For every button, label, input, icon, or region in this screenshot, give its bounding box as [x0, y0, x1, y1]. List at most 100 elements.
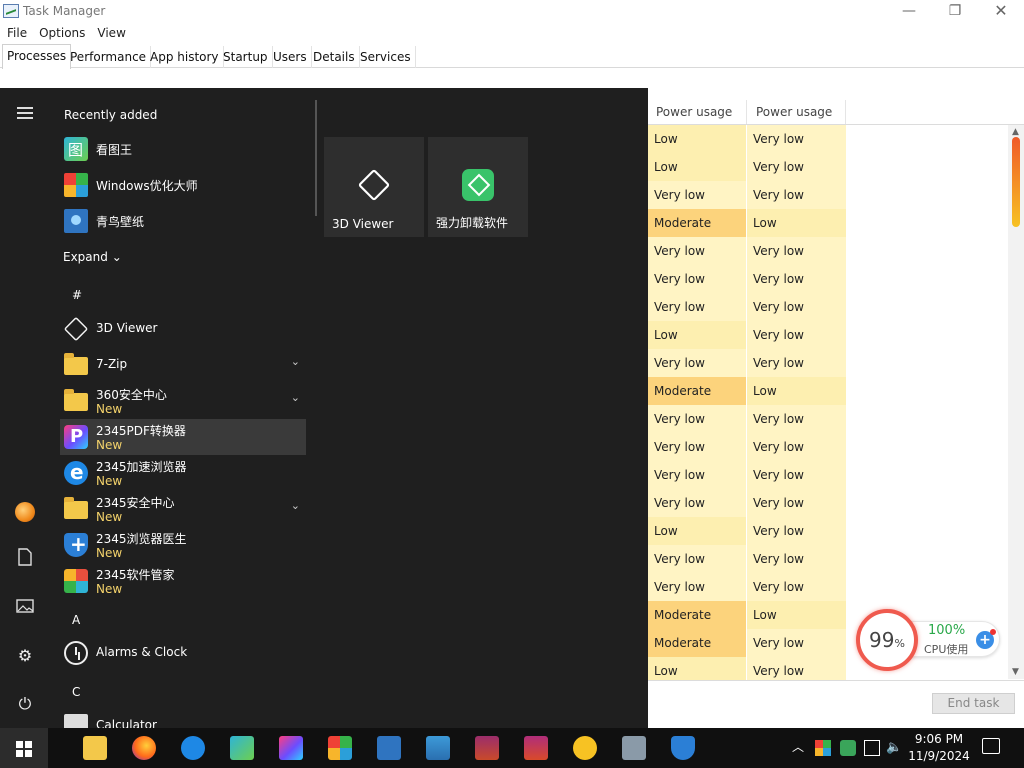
app-name: 7-Zip — [96, 357, 128, 371]
table-row[interactable]: Low Very low — [648, 517, 846, 545]
user-avatar-icon[interactable] — [12, 499, 38, 525]
scroll-down-icon[interactable]: ▼ — [1012, 667, 1019, 677]
letter-header-hash[interactable]: # — [72, 288, 82, 302]
maximize-button[interactable]: ❐ — [932, 0, 978, 24]
windows-optimizer-icon[interactable] — [328, 736, 352, 760]
table-row[interactable]: Very low Very low — [648, 573, 846, 601]
table-row[interactable]: Very low Very low — [648, 181, 846, 209]
folder-icon — [64, 353, 88, 375]
settings-gear-icon[interactable]: ⚙ — [12, 643, 38, 669]
app-item[interactable]: 7-Zip ⌄ — [60, 347, 306, 383]
power-usage-trend-cell: Very low — [747, 321, 846, 349]
table-row[interactable]: Moderate Low — [648, 601, 846, 629]
winrar-icon[interactable] — [475, 736, 499, 760]
app-item-wallpaper[interactable]: 青鸟壁纸 — [60, 203, 306, 239]
pictures-icon[interactable] — [12, 595, 38, 621]
tile-3d-viewer[interactable]: 3D Viewer — [324, 137, 424, 237]
pdf-converter-icon[interactable] — [279, 736, 303, 760]
column-power-usage-trend[interactable]: Power usage t... — [748, 100, 846, 143]
power-icon[interactable]: ⏻ — [12, 691, 38, 717]
power-usage-trend-cell: Very low — [747, 545, 846, 573]
table-row[interactable]: Very low Very low — [648, 293, 846, 321]
winrar-icon[interactable] — [524, 736, 548, 760]
table-row[interactable]: Low Very low — [648, 321, 846, 349]
image-viewer-icon[interactable] — [622, 736, 646, 760]
tab-processes[interactable]: Processes — [2, 44, 72, 69]
table-row[interactable]: Very low Very low — [648, 349, 846, 377]
file-explorer-icon[interactable] — [83, 736, 107, 760]
tab-app-history[interactable]: App history — [146, 46, 224, 68]
tab-details[interactable]: Details — [309, 46, 360, 68]
app-item[interactable]: 2345软件管家 New — [60, 563, 306, 599]
power-usage-cell: Moderate — [648, 377, 746, 405]
firefox-icon[interactable] — [132, 736, 156, 760]
tray-overflow-chevron-icon[interactable]: ︿ — [792, 738, 804, 755]
table-row[interactable]: Very low Very low — [648, 405, 846, 433]
action-center-icon[interactable] — [982, 738, 1000, 754]
app-item-alarms-clock[interactable]: Alarms & Clock — [60, 635, 306, 671]
tab-users[interactable]: Users — [269, 46, 312, 68]
scroll-up-icon[interactable]: ▲ — [1012, 127, 1019, 137]
minimize-button[interactable]: — — [886, 0, 932, 24]
app-item[interactable]: 2345PDF转换器New — [60, 419, 306, 455]
table-row[interactable]: Low Very low — [648, 153, 846, 181]
folder-icon — [64, 389, 88, 411]
tray-recycle-icon[interactable] — [840, 740, 856, 756]
chevron-down-icon[interactable]: ⌄ — [291, 355, 300, 368]
wallpaper-icon[interactable] — [377, 736, 401, 760]
letter-header-a[interactable]: A — [72, 613, 80, 627]
shield-icon[interactable] — [671, 736, 695, 760]
add-icon[interactable]: + — [976, 629, 996, 649]
app-item[interactable]: 360安全中心 New ⌄ — [60, 383, 306, 419]
menu-view[interactable]: View — [91, 24, 131, 42]
letter-header-c[interactable]: C — [72, 685, 80, 699]
table-row[interactable]: Very low Very low — [648, 545, 846, 573]
app-name: 青鸟壁纸 — [96, 215, 145, 229]
app-item-windows-optimizer[interactable]: Windows优化大师 — [60, 167, 306, 203]
cube-icon — [63, 316, 89, 342]
app-item-calculator[interactable]: Calculator — [60, 708, 306, 728]
shield-icon — [64, 532, 88, 557]
menu-options[interactable]: Options — [33, 24, 91, 42]
process-scrollbar[interactable]: ▲ ▼ — [1008, 125, 1024, 679]
table-row[interactable]: Moderate Low — [648, 209, 846, 237]
app-name: Calculator — [96, 718, 157, 728]
app-item-picture-viewer[interactable]: 看图王 — [60, 131, 306, 167]
cpu-monitor-widget[interactable]: 99% 100% CPU使用 + — [856, 609, 1004, 671]
table-row[interactable]: Moderate Low — [648, 377, 846, 405]
scrollbar-thumb[interactable] — [1012, 137, 1020, 227]
table-row[interactable]: Very low Very low — [648, 489, 846, 517]
end-task-button[interactable]: End task — [932, 693, 1015, 714]
hamburger-menu-icon[interactable] — [12, 104, 38, 130]
table-row[interactable]: Very low Very low — [648, 265, 846, 293]
documents-icon[interactable] — [12, 548, 38, 574]
table-row[interactable]: Low Very low — [648, 125, 846, 153]
app-item[interactable]: 2345加速浏览器New — [60, 455, 306, 491]
ie-browser-icon[interactable] — [181, 736, 205, 760]
table-row[interactable]: Moderate Very low — [648, 629, 846, 657]
network-icon[interactable] — [864, 740, 880, 756]
close-button[interactable]: ✕ — [978, 0, 1024, 24]
tile-uninstaller[interactable]: 强力卸载软件 — [428, 137, 528, 237]
tab-startup[interactable]: Startup — [219, 46, 273, 68]
start-button[interactable] — [0, 728, 48, 768]
tab-performance[interactable]: Performance — [66, 46, 152, 68]
tab-services[interactable]: Services — [356, 46, 416, 68]
chevron-down-icon[interactable]: ⌄ — [291, 499, 300, 512]
table-row[interactable]: Very low Very low — [648, 461, 846, 489]
table-row[interactable]: Very low Very low — [648, 433, 846, 461]
system-clock[interactable]: 9:06 PM 11/9/2024 — [906, 731, 972, 765]
360-guard-icon[interactable] — [573, 736, 597, 760]
chevron-down-icon[interactable]: ⌄ — [291, 391, 300, 404]
table-row[interactable]: Very low Very low — [648, 237, 846, 265]
app-item[interactable]: 2345安全中心 New ⌄ — [60, 491, 306, 527]
volume-icon[interactable]: 🔈 — [886, 740, 902, 756]
app-item[interactable]: 3D Viewer — [60, 311, 306, 347]
app-item[interactable]: 2345浏览器医生New — [60, 527, 306, 563]
expand-button[interactable]: Expand ⌄ — [63, 250, 122, 264]
tray-optimizer-icon[interactable] — [815, 740, 831, 756]
menu-file[interactable]: File — [0, 24, 33, 42]
archive-icon[interactable] — [426, 736, 450, 760]
column-power-usage[interactable]: Power usage — [648, 100, 747, 124]
picture-viewer-icon[interactable] — [230, 736, 254, 760]
